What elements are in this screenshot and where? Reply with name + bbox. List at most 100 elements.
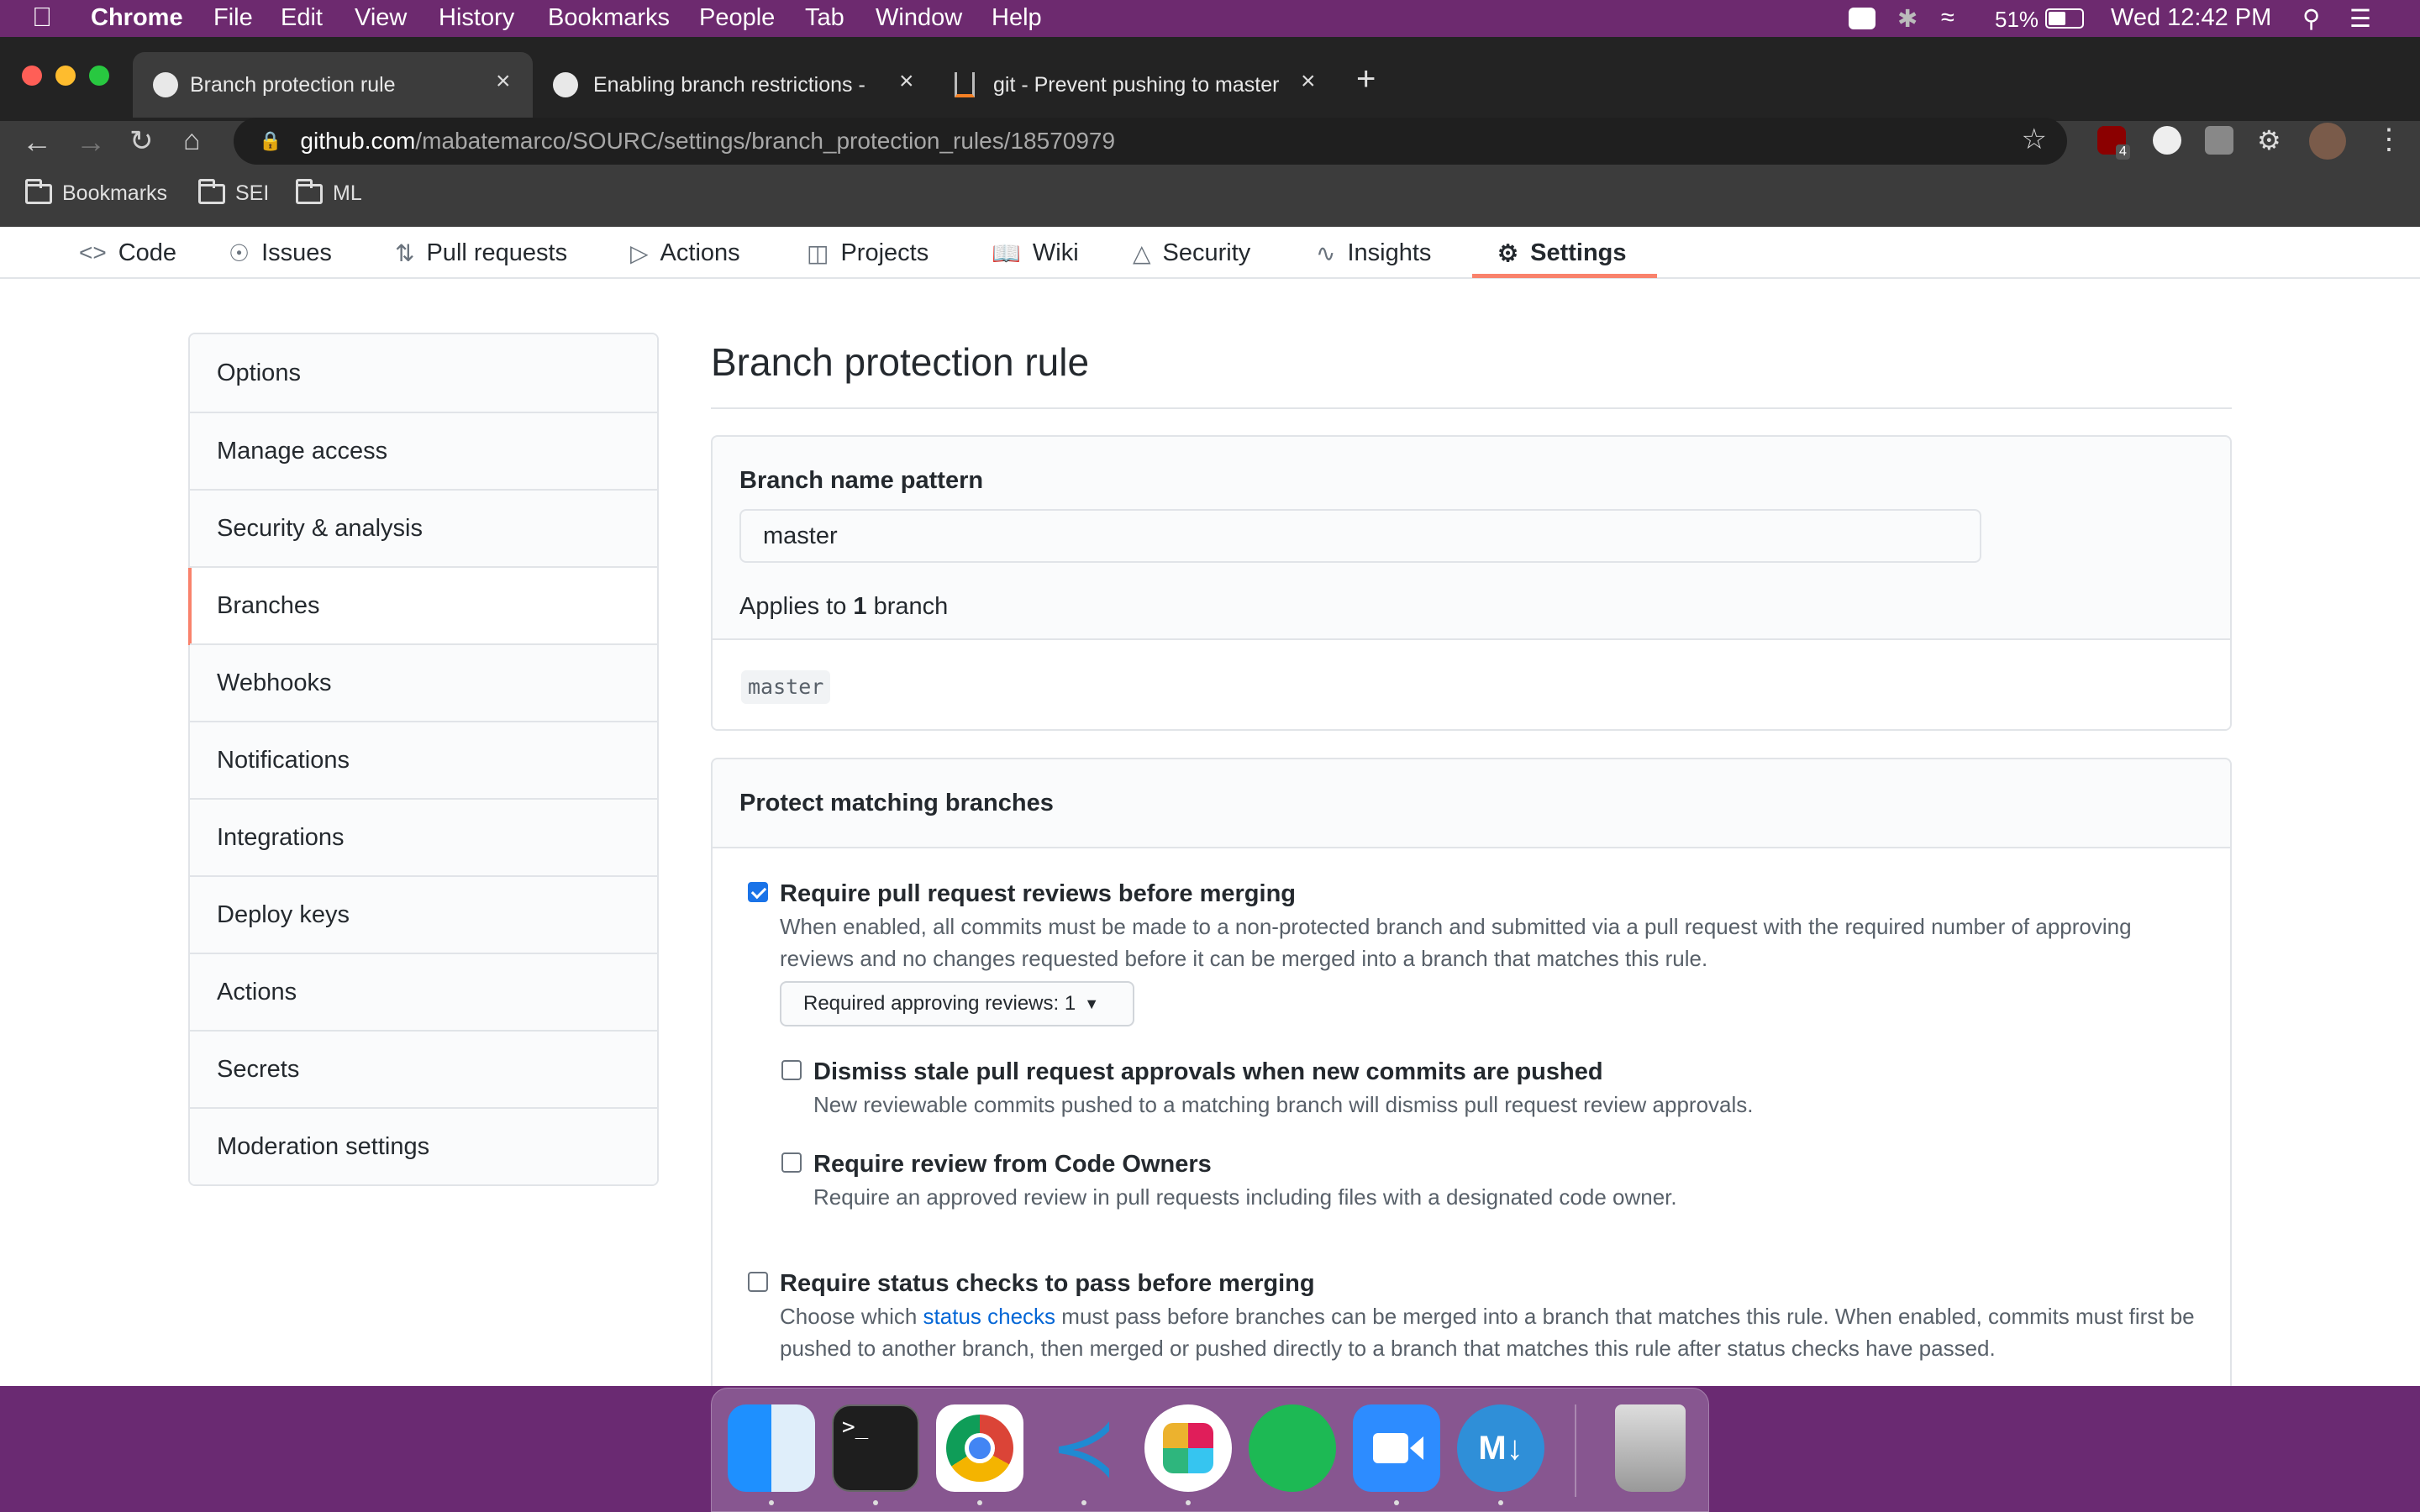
book-icon: 📖 bbox=[992, 239, 1021, 266]
code-owners-checkbox[interactable] bbox=[781, 1152, 802, 1173]
menu-tab[interactable]: Tab bbox=[805, 4, 844, 32]
vscode-icon[interactable]: ≺ bbox=[1040, 1404, 1128, 1492]
applies-count: 1 bbox=[853, 593, 867, 620]
tab-pull-requests[interactable]: ⇅ Pull requests bbox=[395, 227, 567, 279]
tab-insights[interactable]: ∿ Insights bbox=[1316, 227, 1431, 279]
menubar-clock[interactable]: Wed 12:42 PM bbox=[2111, 4, 2271, 32]
apple-icon[interactable]:  bbox=[32, 2, 52, 33]
status-checks-link[interactable]: status checks bbox=[923, 1304, 1056, 1329]
tab-code[interactable]: <> Code bbox=[79, 227, 176, 279]
battery-percent: 51% bbox=[1995, 7, 2039, 32]
lock-icon: 🔒 bbox=[259, 130, 282, 151]
spotlight-search-icon[interactable]: ⚲ bbox=[2302, 4, 2320, 34]
extension-icon[interactable] bbox=[2205, 126, 2233, 155]
close-window-button[interactable] bbox=[22, 66, 42, 86]
tab-projects[interactable]: ◫ Projects bbox=[807, 227, 929, 279]
sidebar-item-manage-access[interactable]: Manage access bbox=[190, 412, 657, 489]
tab-settings[interactable]: ⚙ Settings bbox=[1497, 227, 1627, 279]
sidebar-item-security-analysis[interactable]: Security & analysis bbox=[190, 489, 657, 566]
branch-name-pattern-input[interactable] bbox=[739, 509, 1981, 563]
tab-issues[interactable]: ☉ Issues bbox=[229, 227, 332, 279]
require-pr-reviews-label[interactable]: Require pull request reviews before merg… bbox=[780, 880, 1296, 908]
menu-help[interactable]: Help bbox=[992, 4, 1042, 32]
menu-bookmarks[interactable]: Bookmarks bbox=[548, 4, 670, 32]
sidebar-item-moderation-settings[interactable]: Moderation settings bbox=[190, 1107, 657, 1184]
browser-tab[interactable]: git - Prevent pushing to master × bbox=[938, 52, 1336, 118]
bookmark-folder-bookmarks[interactable]: Bookmarks bbox=[25, 178, 167, 206]
address-bar[interactable]: 🔒 github.com/mabatemarco/SOURC/settings/… bbox=[234, 118, 2067, 165]
control-center-icon[interactable]: ☰ bbox=[2349, 4, 2371, 34]
reload-icon[interactable]: ↻ bbox=[129, 124, 154, 158]
sidebar-item-options[interactable]: Options bbox=[190, 334, 657, 412]
spotify-icon[interactable] bbox=[1249, 1404, 1336, 1492]
menu-history[interactable]: History bbox=[439, 4, 514, 32]
branch-name-pattern-label: Branch name pattern bbox=[739, 467, 984, 494]
sidebar-item-webhooks[interactable]: Webhooks bbox=[190, 643, 657, 721]
chrome-icon[interactable] bbox=[936, 1404, 1023, 1492]
status-checks-description: Choose which status checks must pass bef… bbox=[780, 1300, 2208, 1364]
running-indicator bbox=[769, 1500, 774, 1505]
menu-people[interactable]: People bbox=[699, 4, 775, 32]
close-tab-icon[interactable]: × bbox=[496, 67, 511, 96]
video-status-icon[interactable] bbox=[1849, 8, 1876, 29]
bookmark-folder-sei[interactable]: SEI bbox=[198, 178, 269, 206]
menu-view[interactable]: View bbox=[355, 4, 407, 32]
dismiss-stale-checkbox[interactable] bbox=[781, 1060, 802, 1080]
back-icon[interactable]: ← bbox=[22, 124, 52, 160]
tab-actions[interactable]: ▷ Actions bbox=[630, 227, 740, 279]
extensions-puzzle-icon[interactable]: ⚙ bbox=[2257, 124, 2281, 156]
home-icon[interactable]: ⌂ bbox=[183, 124, 201, 157]
bookmark-star-icon[interactable]: ☆ bbox=[2022, 123, 2047, 156]
chrome-menu-icon[interactable]: ⋮ bbox=[2375, 123, 2403, 156]
sidebar-item-integrations[interactable]: Integrations bbox=[190, 798, 657, 875]
sidebar-item-label: Webhooks bbox=[217, 669, 332, 696]
profile-avatar[interactable] bbox=[2309, 123, 2346, 160]
tab-title: git - Prevent pushing to master bbox=[993, 72, 1280, 97]
sidebar-item-label: Secrets bbox=[217, 1055, 300, 1083]
trash-icon[interactable] bbox=[1615, 1404, 1686, 1492]
bluetooth-icon[interactable]: ✱ bbox=[1897, 4, 1918, 34]
tab-security[interactable]: △ Security bbox=[1133, 227, 1250, 279]
slack-icon[interactable] bbox=[1144, 1404, 1232, 1492]
wifi-icon[interactable]: ≈ bbox=[1941, 4, 1954, 32]
folder-icon bbox=[25, 178, 52, 204]
extension-icon[interactable] bbox=[2153, 126, 2181, 155]
require-pr-reviews-checkbox[interactable] bbox=[748, 882, 768, 902]
markdown-icon[interactable]: M↓ bbox=[1457, 1404, 1544, 1492]
dropdown-label: Required approving reviews: bbox=[803, 992, 1060, 1015]
sidebar-item-label: Options bbox=[217, 359, 301, 386]
close-tab-icon[interactable]: × bbox=[1301, 67, 1316, 96]
bookmark-folder-ml[interactable]: ML bbox=[296, 178, 362, 206]
menu-window[interactable]: Window bbox=[876, 4, 962, 32]
menu-file[interactable]: File bbox=[213, 4, 253, 32]
terminal-icon[interactable]: >_ bbox=[832, 1404, 919, 1492]
zoom-icon[interactable] bbox=[1353, 1404, 1440, 1492]
sidebar-item-actions[interactable]: Actions bbox=[190, 953, 657, 1030]
applies-to-text: Applies to 1 branch bbox=[739, 593, 948, 621]
browser-tab[interactable]: Enabling branch restrictions - G × bbox=[538, 52, 933, 118]
bookmarks-bar bbox=[0, 173, 2420, 227]
dismiss-stale-label[interactable]: Dismiss stale pull request approvals whe… bbox=[813, 1058, 1603, 1086]
page-title: Branch protection rule bbox=[711, 340, 1090, 384]
minimize-window-button[interactable] bbox=[55, 66, 76, 86]
browser-tab-active[interactable]: Branch protection rule × bbox=[133, 52, 533, 118]
tab-wiki[interactable]: 📖 Wiki bbox=[992, 227, 1079, 279]
status-checks-checkbox[interactable] bbox=[748, 1272, 768, 1292]
sidebar-item-notifications[interactable]: Notifications bbox=[190, 721, 657, 798]
battery-icon[interactable] bbox=[2045, 8, 2084, 29]
status-checks-label[interactable]: Require status checks to pass before mer… bbox=[780, 1270, 1315, 1298]
menu-app-name[interactable]: Chrome bbox=[91, 4, 183, 32]
maximize-window-button[interactable] bbox=[89, 66, 109, 86]
sidebar-item-secrets[interactable]: Secrets bbox=[190, 1030, 657, 1107]
new-tab-icon[interactable]: + bbox=[1356, 60, 1376, 98]
code-owners-label[interactable]: Require review from Code Owners bbox=[813, 1151, 1212, 1179]
forward-icon[interactable]: → bbox=[76, 124, 106, 160]
menu-edit[interactable]: Edit bbox=[281, 4, 323, 32]
close-tab-icon[interactable]: × bbox=[899, 67, 914, 96]
sidebar-item-label: Branches bbox=[217, 591, 320, 619]
sidebar-item-deploy-keys[interactable]: Deploy keys bbox=[190, 875, 657, 953]
finder-icon[interactable] bbox=[728, 1404, 815, 1492]
running-indicator bbox=[873, 1500, 878, 1505]
sidebar-item-branches[interactable]: Branches bbox=[188, 566, 657, 645]
required-reviews-dropdown[interactable]: Required approving reviews: 1 ▼ bbox=[780, 981, 1134, 1026]
